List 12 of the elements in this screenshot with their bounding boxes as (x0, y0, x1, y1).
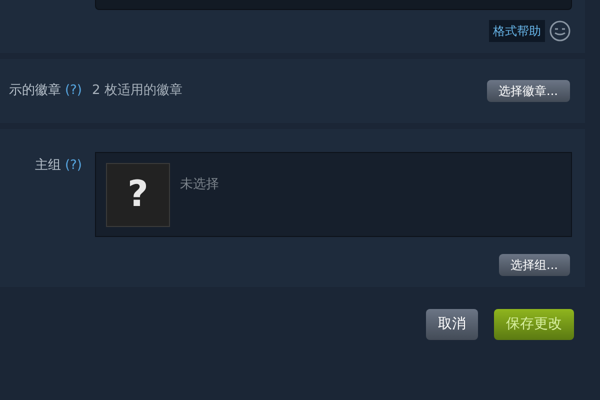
help-link[interactable]: (?) (64, 81, 82, 101)
emoticon-icon[interactable] (549, 20, 571, 42)
field-label: 示的徽章 (8, 82, 61, 100)
badge-count: 2 枚适用的徽章 (92, 82, 182, 100)
field-label: 主组 (34, 157, 61, 175)
group-name: 未选择 (180, 176, 219, 194)
cancel-button[interactable]: 取消 (426, 309, 478, 340)
group-avatar: ? (106, 163, 170, 227)
help-link[interactable]: (?) (64, 156, 82, 176)
select-badges-button[interactable]: 选择徽章... (486, 80, 570, 102)
format-help-link[interactable]: 格式帮助 (489, 20, 545, 42)
select-group-button[interactable]: 选择组... (498, 254, 570, 276)
